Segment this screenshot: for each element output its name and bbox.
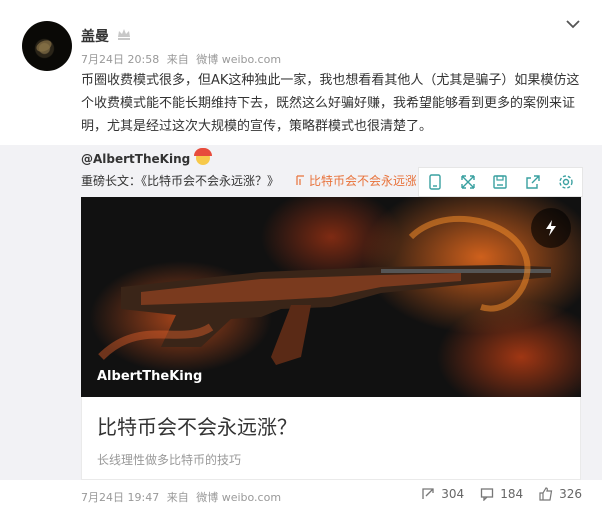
longtext-tag[interactable]: 比特币会不会永远涨: [296, 172, 416, 189]
longtext-link[interactable]: 《比特币会不会永远涨？》: [141, 174, 279, 188]
crown-icon: [118, 29, 130, 40]
post-source[interactable]: 微博 weibo.com: [196, 53, 281, 66]
like-count: 326: [559, 487, 582, 501]
comment-icon: [481, 488, 494, 501]
username[interactable]: 盖曼: [81, 26, 109, 46]
weibo-post-card: 盖曼 7月24日 20:58 来自 微博 weibo.com 币圈收费模式很多，…: [0, 0, 602, 509]
article-icon: [296, 175, 304, 185]
repost-meta: 7月24日 19:47 来自 微博 weibo.com: [81, 489, 285, 505]
article-title[interactable]: 比特币会不会永远涨？: [97, 411, 297, 440]
repost-from-label: 来自: [166, 491, 189, 504]
repost-icon: [422, 488, 434, 499]
longtext-line: 重磅长文：《比特币会不会永远涨？》: [81, 172, 279, 189]
comment-button[interactable]: 184: [480, 487, 523, 501]
thumbs-up-icon: [539, 487, 553, 501]
rifle-illustration: [98, 215, 551, 365]
media-toolbar: [418, 167, 583, 197]
original-author[interactable]: @AlbertTheKing: [81, 148, 213, 166]
original-author-name[interactable]: @AlbertTheKing: [81, 152, 190, 166]
comment-count: 184: [500, 487, 524, 501]
repost-actions: 304 184 326: [405, 487, 582, 501]
repost-count: 304: [441, 487, 465, 501]
save-icon[interactable]: [489, 171, 511, 193]
article-subtitle: 长线理性做多比特币的技巧: [97, 453, 242, 467]
repost-button[interactable]: 304: [421, 487, 464, 501]
expand-icon[interactable]: [457, 171, 479, 193]
post-from-label: 来自: [166, 53, 189, 66]
post-text: 币圈收费模式很多，但AK这种独此一家，我也想看看其他人（尤其是骗子）如果模仿这个…: [81, 73, 580, 134]
settings-icon[interactable]: [555, 171, 577, 193]
media-caption: AlbertTheKing: [97, 369, 203, 384]
like-button[interactable]: 326: [539, 487, 582, 501]
verified-emoji-icon: [194, 148, 213, 165]
chevron-down-icon[interactable]: [565, 18, 581, 30]
post-meta: 7月24日 20:58 来自 微博 weibo.com: [81, 51, 285, 67]
article-cover-image[interactable]: [81, 197, 581, 397]
post-time[interactable]: 7月24日 20:58: [81, 53, 159, 66]
bookmark-icon[interactable]: [424, 171, 446, 193]
share-icon[interactable]: [522, 171, 544, 193]
longtext-prefix: 重磅长文：: [81, 174, 142, 188]
lightning-icon[interactable]: [531, 208, 571, 248]
longtext-tag-text[interactable]: 比特币会不会永远涨: [309, 174, 416, 188]
avatar[interactable]: [22, 21, 72, 71]
repost-time[interactable]: 7月24日 19:47: [81, 491, 159, 504]
repost-source[interactable]: 微博 weibo.com: [196, 491, 281, 504]
